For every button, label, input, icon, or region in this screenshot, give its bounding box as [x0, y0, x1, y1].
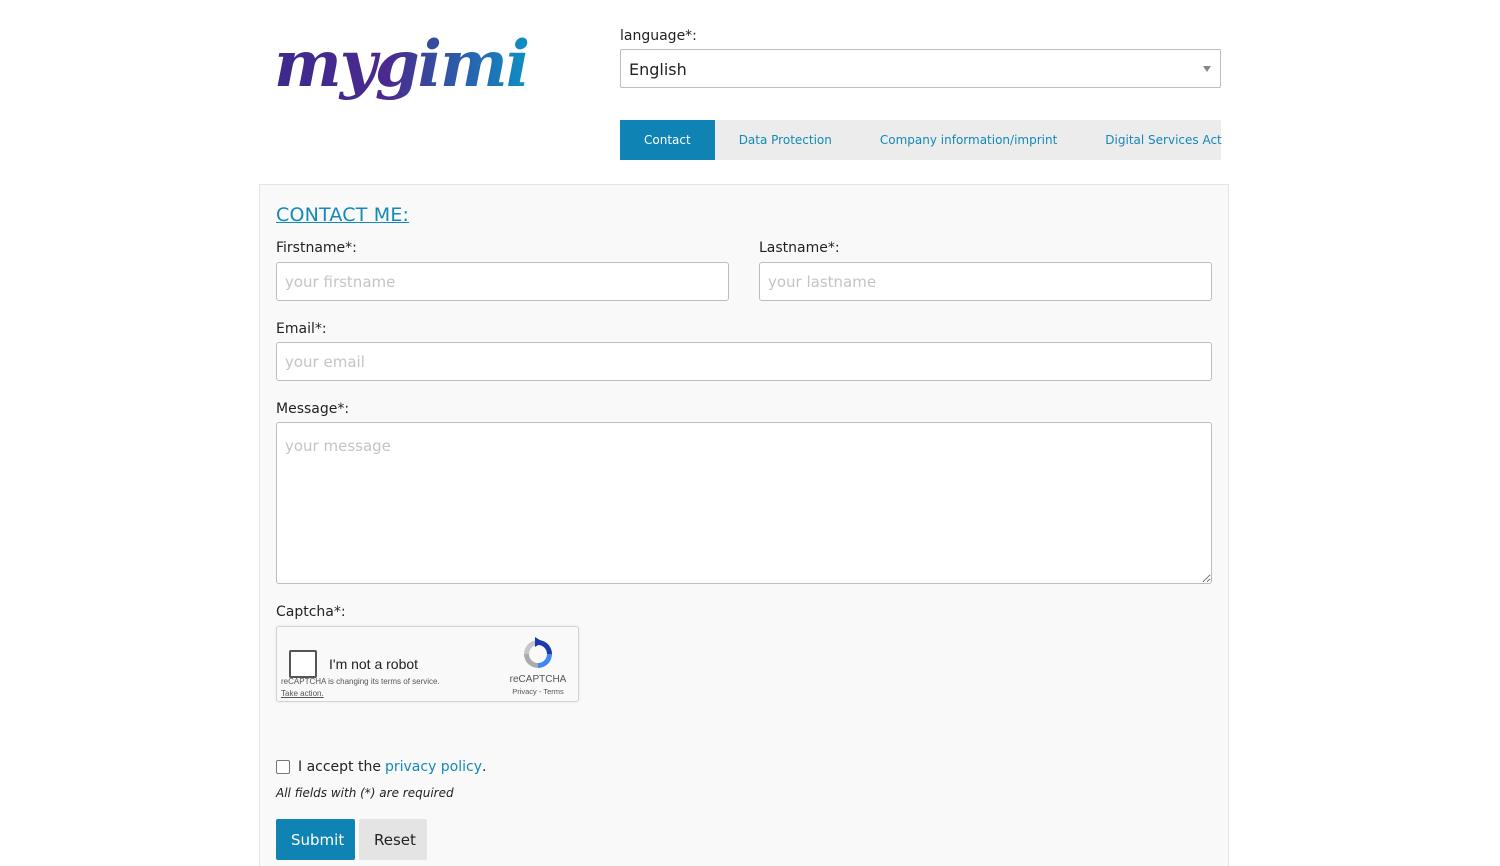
recaptcha-icon — [524, 637, 552, 668]
message-label: Message*: — [276, 401, 350, 417]
required-fields-note: All fields with (*) are required — [276, 786, 454, 800]
mygimi-logo: mygimi — [274, 27, 530, 102]
tab-data-protection[interactable]: Data Protection — [715, 120, 856, 160]
language-select[interactable]: English — [620, 49, 1221, 88]
tab-contact[interactable]: Contact — [620, 120, 715, 160]
page-title: CONTACT ME: — [276, 204, 410, 226]
recaptcha-notice-text: reCAPTCHA is changing its terms of servi… — [281, 677, 440, 686]
tab-digital-services-act[interactable]: Digital Services Act — [1081, 120, 1245, 160]
recaptcha-take-action-link[interactable]: Take action. — [281, 688, 440, 700]
lastname-input[interactable] — [759, 262, 1212, 301]
privacy-accept-suffix: . — [482, 759, 487, 775]
recaptcha-checkbox[interactable] — [289, 650, 317, 678]
email-input[interactable] — [276, 342, 1212, 381]
submit-button[interactable]: Submit — [276, 819, 355, 860]
recaptcha-text: I'm not a robot — [329, 656, 419, 672]
reset-button[interactable]: Reset — [359, 819, 427, 860]
message-textarea[interactable] — [276, 422, 1212, 584]
language-selected-value: English — [629, 60, 687, 79]
nav-tabs: Contact Data Protection Company informat… — [620, 120, 1222, 160]
privacy-accept-checkbox[interactable] — [276, 760, 290, 774]
lastname-label: Lastname*: — [759, 240, 840, 256]
privacy-accept-row: I accept the privacy policy . — [276, 759, 486, 775]
recaptcha-brand: reCAPTCHA — [509, 674, 567, 685]
tab-company-information[interactable]: Company information/imprint — [856, 120, 1081, 160]
firstname-label: Firstname*: — [276, 240, 357, 256]
recaptcha-privacy-terms[interactable]: Privacy - Terms — [503, 687, 573, 696]
email-label: Email*: — [276, 321, 327, 337]
firstname-input[interactable] — [276, 262, 729, 301]
captcha-label: Captcha*: — [276, 604, 346, 620]
privacy-accept-prefix: I accept the — [298, 759, 381, 775]
chevron-down-icon — [1203, 66, 1211, 72]
language-label: language*: — [620, 28, 697, 44]
recaptcha-widget: I'm not a robot reCAPTCHA is changing it… — [276, 626, 579, 702]
recaptcha-notice: reCAPTCHA is changing its terms of servi… — [281, 676, 440, 700]
logo-text: mygimi — [274, 27, 528, 102]
privacy-policy-link[interactable]: privacy policy — [385, 759, 482, 775]
